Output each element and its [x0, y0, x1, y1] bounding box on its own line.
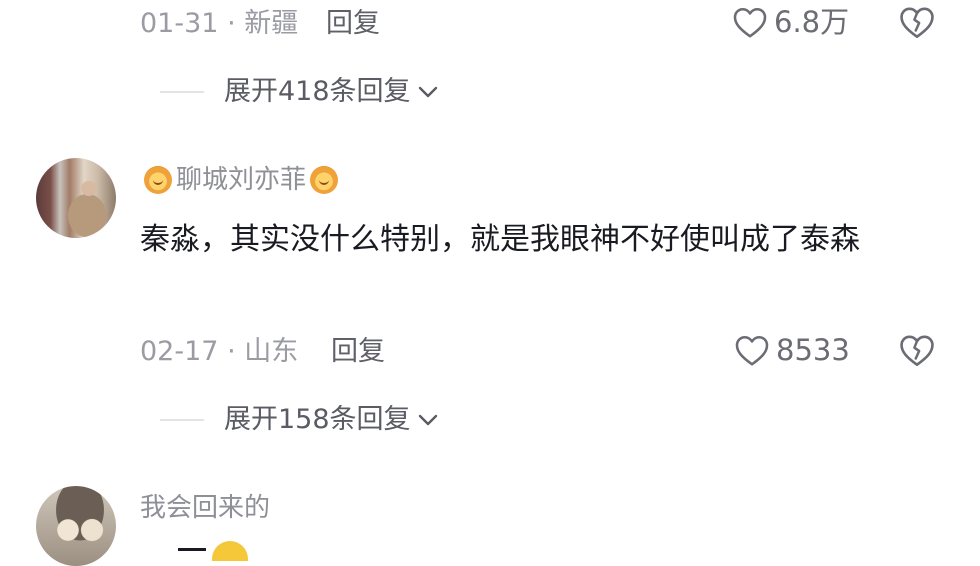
comment-date: 02-17 [140, 336, 219, 367]
lion-emoji-icon [310, 166, 339, 194]
lion-emoji-icon [144, 166, 172, 194]
heart-outline-icon [732, 5, 768, 39]
broken-heart-icon[interactable] [898, 5, 936, 39]
like-button[interactable]: 8533 [734, 333, 850, 367]
like-count: 6.8万 [774, 4, 850, 39]
meta-separator: · [227, 8, 236, 39]
expand-divider [160, 90, 204, 93]
comment-1-meta: 01-31 · 新疆 [140, 10, 298, 37]
comment-text: 秦淼，其实没什么特别，就是我眼神不好使叫成了泰森 [140, 222, 860, 257]
expand-divider [160, 418, 204, 421]
comment-date: 01-31 [140, 8, 219, 39]
broken-heart-icon[interactable] [898, 333, 936, 367]
heart-outline-icon [734, 333, 770, 367]
username-text: 我会回来的 [140, 493, 271, 523]
comment-location: 山东 [244, 336, 299, 367]
reply-button[interactable]: 回复 [331, 338, 385, 365]
chevron-down-icon [417, 413, 439, 427]
expand-replies-button[interactable]: 展开418条回复 [160, 78, 439, 105]
meta-separator: · [227, 336, 236, 367]
emoji-icon [212, 541, 248, 561]
like-count: 8533 [776, 332, 850, 367]
comment-2-meta: 02-17 · 山东 [140, 338, 298, 365]
like-button[interactable]: 6.8万 [732, 5, 849, 39]
expand-replies-button[interactable]: 展开158条回复 [160, 406, 439, 433]
username-text: 聊城刘亦菲 [176, 165, 307, 195]
avatar[interactable] [36, 158, 116, 238]
avatar[interactable] [36, 486, 116, 566]
comment-username[interactable]: 我会回来的 [140, 495, 270, 521]
reply-button[interactable]: 回复 [326, 10, 380, 37]
comment-location: 新疆 [244, 8, 299, 39]
expand-replies-label: 展开158条回复 [224, 404, 411, 435]
chevron-down-icon [417, 85, 439, 99]
expand-replies-label: 展开418条回复 [224, 76, 411, 107]
comment-username[interactable]: 聊城刘亦菲 [144, 165, 339, 195]
